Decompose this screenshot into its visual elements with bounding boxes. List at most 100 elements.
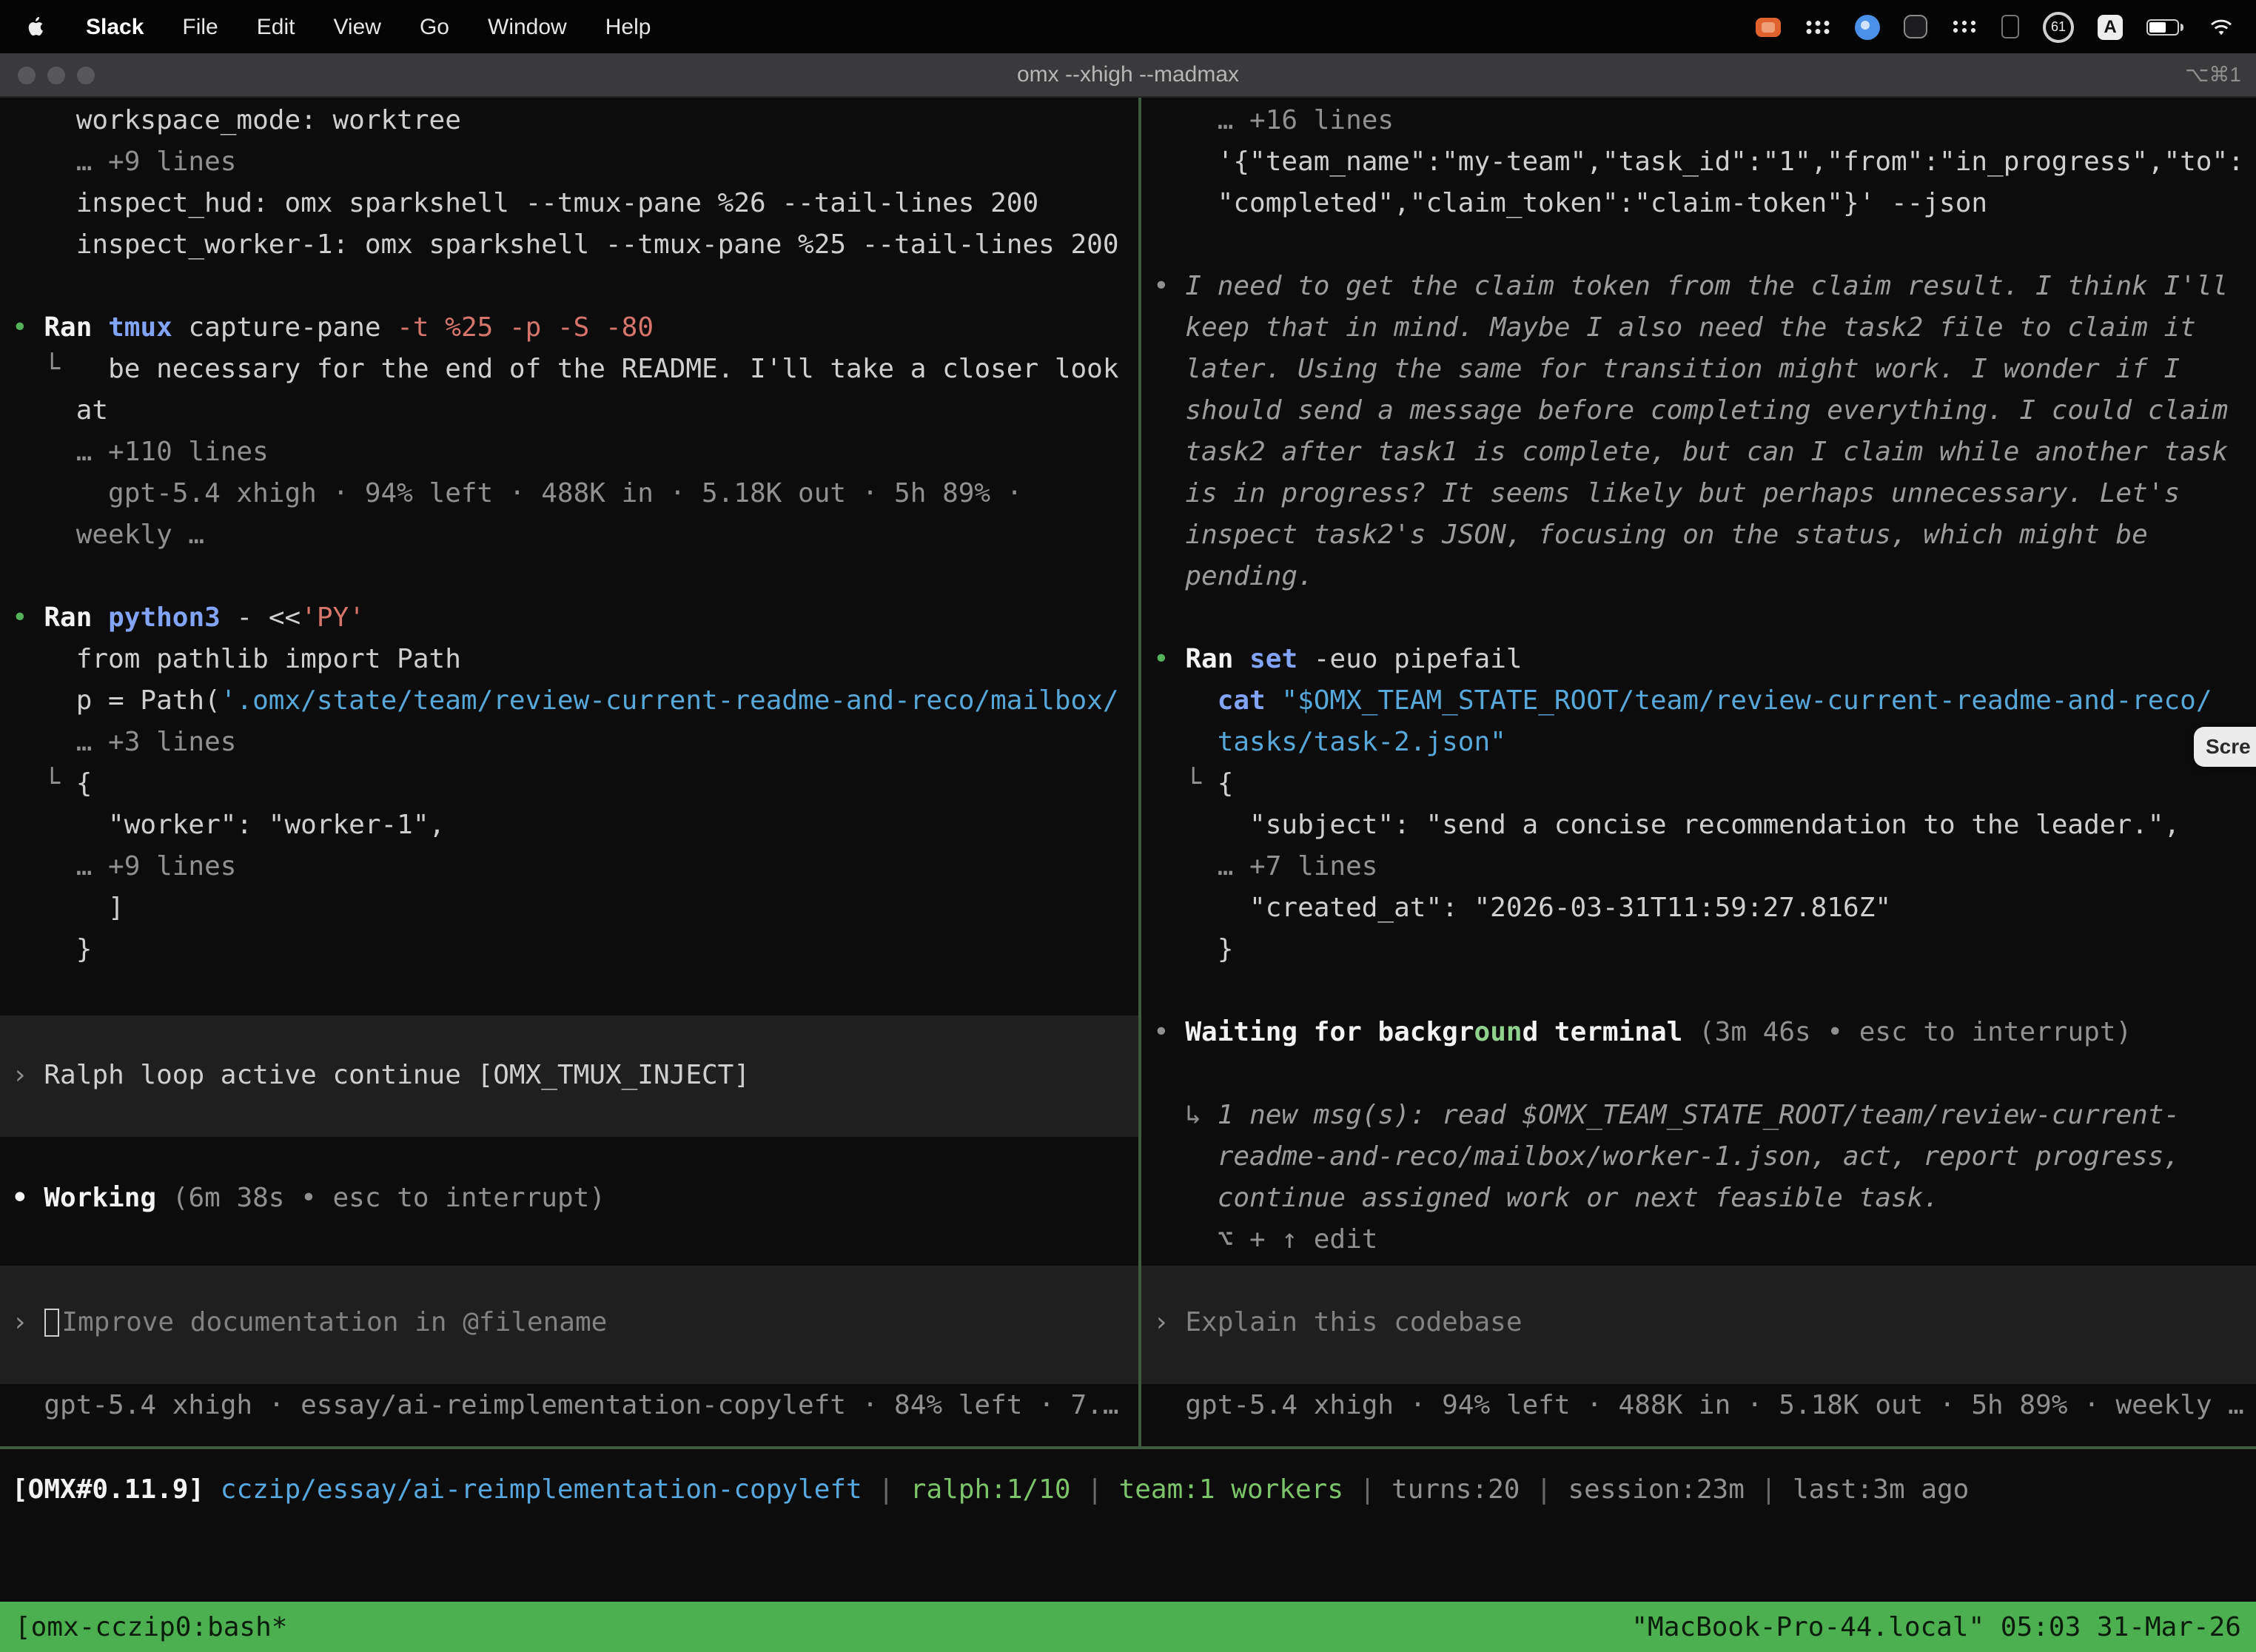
traffic-lights: [18, 66, 95, 84]
json-output-block: … +16 lines '{"team_name":"my-team","tas…: [1141, 101, 2256, 225]
terminal-line: • Waiting for background terminal (3m 46…: [1153, 1013, 2256, 1054]
waiting-status-block: • Waiting for background terminal (3m 46…: [1141, 1013, 2256, 1054]
composer-band[interactable]: › Explain this codebase: [1141, 1266, 2256, 1384]
terminal-line: … +9 lines: [12, 847, 1138, 888]
menu-bar: Slack File Edit View Go Window Help 61 A: [0, 0, 2256, 53]
terminal-line: • Ran python3 - <<'PY': [12, 598, 1138, 639]
terminal-line: ⌥ + ↑ edit: [1153, 1220, 2256, 1261]
terminal-line: └ {: [1153, 764, 2256, 805]
ran-python-block: • Ran python3 - <<'PY' from pathlib impo…: [0, 598, 1138, 971]
zoom-button[interactable]: [77, 66, 95, 84]
terminal-line: └ be necessary for the end of the README…: [12, 349, 1138, 391]
terminal-pane-right[interactable]: … +16 lines '{"team_name":"my-team","tas…: [1141, 98, 2256, 1446]
apple-menu[interactable]: [24, 13, 47, 40]
terminal-line: }: [1153, 930, 2256, 971]
pane-status: gpt-5.4 xhigh · 94% left · 488K in · 5.1…: [1141, 1386, 2256, 1427]
blue-app-icon[interactable]: [1855, 14, 1880, 39]
screen: Slack File Edit View Go Window Help 61 A: [0, 0, 2256, 1652]
menubar-left: Slack File Edit View Go Window Help: [24, 13, 651, 40]
terminal-line: at: [12, 391, 1138, 432]
battery-fill: [2149, 21, 2166, 32]
text-cursor: [44, 1309, 58, 1337]
terminal-line: › Explain this codebase: [1153, 1303, 2256, 1344]
minimize-button[interactable]: [47, 66, 65, 84]
terminal-line: later. Using the same for transition mig…: [1153, 349, 2256, 391]
menubar-items: File Edit View Go Window Help: [182, 14, 651, 39]
terminal-line: tasks/task-2.json": [1153, 722, 2256, 764]
menu-help[interactable]: Help: [605, 14, 651, 39]
terminal-line: cat "$OMX_TEAM_STATE_ROOT/team/review-cu…: [1153, 681, 2256, 722]
terminal-line: gpt-5.4 xhigh · essay/ai-reimplementatio…: [12, 1386, 1138, 1427]
tmux-session-label: [omx-cczip0:bash*: [15, 1611, 287, 1642]
terminal-line: … +7 lines: [1153, 847, 2256, 888]
terminal-line: is in progress? It seems likely but perh…: [1153, 474, 2256, 515]
close-button[interactable]: [18, 66, 36, 84]
battery-cap: [2181, 23, 2183, 30]
terminal-line: readme-and-reco/mailbox/worker-1.json, a…: [1153, 1137, 2256, 1178]
terminal-line: from pathlib import Path: [12, 639, 1138, 681]
terminal-line: ]: [12, 888, 1138, 930]
input-source-icon[interactable]: A: [2098, 14, 2123, 39]
mailbox-message-block: ↳ 1 new msg(s): read $OMX_TEAM_STATE_ROO…: [1141, 1095, 2256, 1261]
terminal-line: • Ran set -euo pipefail: [1153, 639, 2256, 681]
terminal-line: › Improve documentation in @filename: [12, 1303, 1138, 1344]
terminal-line: … +3 lines: [12, 722, 1138, 764]
terminal-line: • I need to get the claim token from the…: [1153, 266, 2256, 308]
wifi-icon[interactable]: [2207, 16, 2235, 38]
ran-cat-block: • Ran set -euo pipefail cat "$OMX_TEAM_S…: [1141, 639, 2256, 971]
terminal-line: gpt-5.4 xhigh · 94% left · 488K in · 5.1…: [12, 474, 1138, 515]
terminal-line: › Ralph loop active continue [OMX_TMUX_I…: [12, 1055, 1138, 1097]
terminal-window: omx --xhigh --madmax ⌥⌘1 workspace_mode:…: [0, 53, 2256, 1652]
menu-go[interactable]: Go: [420, 14, 449, 39]
menu-edit[interactable]: Edit: [257, 14, 295, 39]
terminal-line: p = Path('.omx/state/team/review-current…: [12, 681, 1138, 722]
menu-window[interactable]: Window: [488, 14, 567, 39]
tmux-host-clock-label: "MacBook-Pro-44.local" 05:03 31-Mar-26: [1631, 1611, 2241, 1642]
terminal-line: inspect task2's JSON, focusing on the st…: [1153, 515, 2256, 557]
ran-tmux-block: • Ran tmux capture-pane -t %25 -p -S -80…: [0, 308, 1138, 557]
dark-app-icon[interactable]: [1904, 15, 1927, 38]
screen-widget-clipped[interactable]: Scre: [2194, 727, 2256, 767]
window-titlebar[interactable]: omx --xhigh --madmax ⌥⌘1: [0, 53, 2256, 98]
terminal-line: weekly …: [12, 515, 1138, 557]
terminal-line: ↳ 1 new msg(s): read $OMX_TEAM_STATE_ROO…: [1153, 1095, 2256, 1137]
keyboard-grid-icon[interactable]: [1805, 19, 1831, 35]
thinking-block: • I need to get the claim token from the…: [1141, 266, 2256, 598]
terminal-line: continue assigned work or next feasible …: [1153, 1178, 2256, 1220]
tmux-status-bar: [omx-cczip0:bash* "MacBook-Pro-44.local"…: [0, 1602, 2256, 1652]
tmux-horizontal-divider: [0, 1446, 2256, 1449]
faint-app-icon[interactable]: [2001, 15, 2019, 38]
terminal-line: keep that in mind. Maybe I also need the…: [1153, 308, 2256, 349]
pane-status: gpt-5.4 xhigh · essay/ai-reimplementatio…: [0, 1386, 1138, 1427]
recording-indicator-icon[interactable]: [1756, 17, 1781, 36]
menu-view[interactable]: View: [333, 14, 381, 39]
terminal-line: should send a message before completing …: [1153, 391, 2256, 432]
terminal-line: workspace_mode: worktree: [12, 101, 1138, 142]
window-title: omx --xhigh --madmax: [0, 62, 2256, 87]
terminal-line: "created_at": "2026-03-31T11:59:27.816Z": [1153, 888, 2256, 930]
terminal-line: inspect_worker-1: omx sparkshell --tmux-…: [12, 225, 1138, 266]
terminal-line: … +16 lines: [1153, 101, 2256, 142]
battery-icon[interactable]: [2146, 19, 2183, 35]
injected-prompt-band: › Ralph loop active continue [OMX_TMUX_I…: [0, 1015, 1138, 1137]
terminal-line: … +9 lines: [12, 142, 1138, 184]
omx-session-status-line: [OMX#0.11.9] cczip/essay/ai-reimplementa…: [0, 1470, 2256, 1511]
terminal-line: }: [12, 930, 1138, 971]
dots-grid-icon[interactable]: [1951, 19, 1978, 34]
terminal-line: … +110 lines: [12, 432, 1138, 474]
terminal-line: gpt-5.4 xhigh · 94% left · 488K in · 5.1…: [1153, 1386, 2256, 1427]
terminal-line: pending.: [1153, 557, 2256, 598]
terminal-line: '{"team_name":"my-team","task_id":"1","f…: [1153, 142, 2256, 184]
menubar-status-area: 61 A: [1756, 11, 2235, 42]
active-app-name[interactable]: Slack: [86, 14, 144, 39]
terminal-pane-left[interactable]: workspace_mode: worktree … +9 lines insp…: [0, 98, 1138, 1446]
terminal-content: workspace_mode: worktree … +9 lines insp…: [0, 98, 2256, 1446]
battery-body: [2146, 19, 2179, 35]
composer-band[interactable]: › Improve documentation in @filename: [0, 1266, 1138, 1384]
terminal-line: "worker": "worker-1",: [12, 805, 1138, 847]
battery-percent-badge[interactable]: 61: [2043, 11, 2074, 42]
terminal-line: inspect_hud: omx sparkshell --tmux-pane …: [12, 184, 1138, 225]
menu-file[interactable]: File: [182, 14, 218, 39]
terminal-line: task2 after task1 is complete, but can I…: [1153, 432, 2256, 474]
tmux-pane-divider[interactable]: [1138, 98, 1141, 1446]
